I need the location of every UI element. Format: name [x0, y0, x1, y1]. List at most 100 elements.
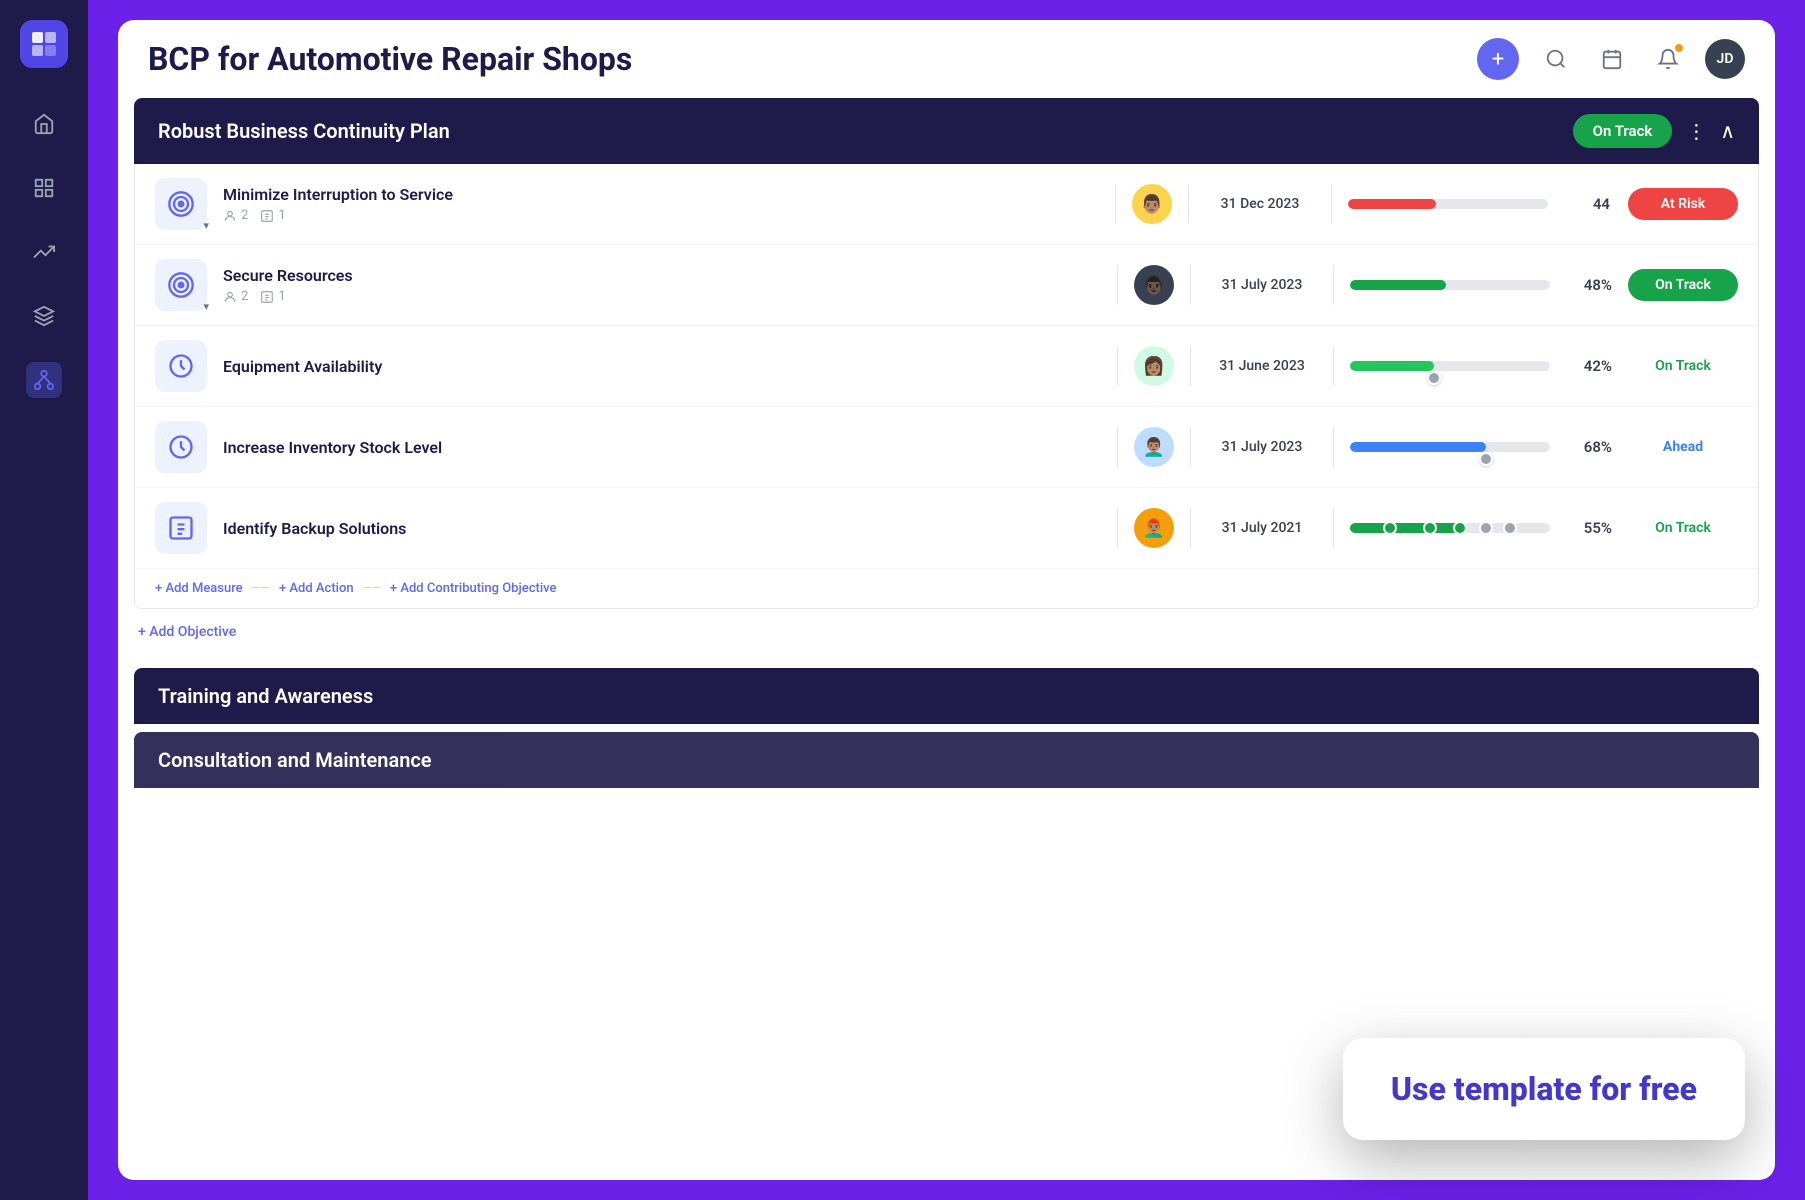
cta-card[interactable]: Use template for free [1343, 1038, 1745, 1140]
obj-icon-2: ▾ [155, 259, 207, 311]
sidebar-icon-trending[interactable] [26, 234, 62, 270]
obj-icon-4 [155, 421, 207, 473]
add-button[interactable]: + [1477, 38, 1519, 80]
obj-pct-4: 68% [1566, 438, 1612, 456]
progress-fill-3 [1350, 361, 1434, 371]
sep-3c [1333, 346, 1334, 386]
progress-slider-3[interactable] [1427, 371, 1441, 385]
obj-date-5: 31 July 2021 [1207, 520, 1317, 536]
multi-dot-fill-5 [1350, 523, 1460, 533]
user-avatar-1: 👨🏽 [1132, 184, 1172, 224]
add-objective-row: + Add Objective [118, 609, 1775, 652]
search-button[interactable] [1537, 40, 1575, 78]
sep-1 [1115, 184, 1116, 224]
calendar-button[interactable] [1593, 40, 1631, 78]
status-pill-3: On Track [1628, 350, 1738, 382]
sep-3b [1190, 346, 1191, 386]
sep-4c [1333, 427, 1334, 467]
table-row: Identify Backup Solutions 👨🏽‍🦰 31 July 2… [135, 488, 1758, 569]
add-contributing-link[interactable]: + Add Contributing Objective [390, 581, 557, 596]
obj-info-5: Identify Backup Solutions [223, 519, 1101, 538]
section1-menu-icon[interactable]: ⋮ [1686, 119, 1706, 143]
progress-track-1 [1348, 199, 1548, 209]
section2-header: Training and Awareness [134, 668, 1759, 724]
status-pill-4: Ahead [1628, 431, 1738, 463]
status-pill-1: At Risk [1628, 188, 1738, 220]
obj-icon-3 [155, 340, 207, 392]
sep-5 [1117, 508, 1118, 548]
add-measure-link[interactable]: + Add Measure [155, 581, 243, 596]
dot-marker-2 [1423, 521, 1437, 535]
sidebar-icon-layers[interactable] [26, 298, 62, 334]
obj-icon-5 [155, 502, 207, 554]
user-avatar-5: 👨🏽‍🦰 [1134, 508, 1174, 548]
sidebar-logo[interactable] [20, 20, 68, 68]
user-avatar-2: 👨🏿 [1134, 265, 1174, 305]
obj-info-2: Secure Resources 2 1 [223, 266, 1101, 304]
notification-dot [1675, 44, 1683, 52]
progress-track-4 [1350, 442, 1550, 452]
section1-collapse-icon[interactable]: ∧ [1720, 119, 1735, 143]
topbar-actions: + [1477, 38, 1745, 80]
table-row: ▾ Secure Resources 2 1 [135, 245, 1758, 326]
obj-name-5: Identify Backup Solutions [223, 519, 1101, 538]
section2-title: Training and Awareness [158, 684, 373, 708]
obj-pct-1: 44 [1564, 195, 1610, 213]
sep-2c [1333, 265, 1334, 305]
objectives-list: ▾ Minimize Interruption to Service 2 1 [134, 164, 1759, 609]
notification-button[interactable] [1649, 40, 1687, 78]
dot-marker-5 [1503, 521, 1517, 535]
progress-2 [1350, 280, 1550, 290]
obj-meta-2: 2 1 [223, 289, 1101, 304]
progress-3 [1350, 361, 1550, 371]
progress-slider-4[interactable] [1479, 452, 1493, 466]
obj-date-1: 31 Dec 2023 [1205, 196, 1315, 212]
sep-4b [1190, 427, 1191, 467]
obj-chevron-2[interactable]: ▾ [203, 300, 209, 313]
obj-date-3: 31 June 2023 [1207, 358, 1317, 374]
obj-name-1: Minimize Interruption to Service [223, 185, 1099, 204]
progress-5 [1350, 523, 1550, 533]
page-title: BCP for Automotive Repair Shops [148, 40, 632, 78]
sidebar-icon-home[interactable] [26, 106, 62, 142]
add-link-sep-1: —— [251, 581, 271, 596]
dot-marker-3 [1453, 521, 1467, 535]
user-avatar[interactable]: JD [1705, 39, 1745, 79]
obj-meta-1: 2 1 [223, 208, 1099, 223]
section3: Consultation and Maintenance [134, 732, 1759, 788]
obj-chevron-1[interactable]: ▾ [203, 219, 209, 232]
obj-info-3: Equipment Availability [223, 357, 1101, 376]
obj-assignees-1: 2 [223, 208, 248, 223]
user-avatar-3: 👩🏽 [1134, 346, 1174, 386]
obj-assignees-2: 2 [223, 289, 248, 304]
sidebar-icon-network[interactable] [26, 362, 62, 398]
obj-info-1: Minimize Interruption to Service 2 1 [223, 185, 1099, 223]
add-link-sep-2: —— [362, 581, 382, 596]
section2: Training and Awareness [134, 668, 1759, 724]
sep-1b [1188, 184, 1189, 224]
status-pill-5: On Track [1628, 512, 1738, 544]
progress-fill-4 [1350, 442, 1486, 452]
add-objective-link[interactable]: + Add Objective [138, 624, 236, 640]
sep-4 [1117, 427, 1118, 467]
obj-icon-1: ▾ [155, 178, 207, 230]
obj-date-4: 31 July 2023 [1207, 439, 1317, 455]
multi-dot-track-5 [1350, 523, 1550, 533]
progress-track-2 [1350, 280, 1550, 290]
progress-4 [1350, 442, 1550, 452]
obj-name-3: Equipment Availability [223, 357, 1101, 376]
section1-actions: On Track ⋮ ∧ [1573, 114, 1735, 148]
progress-1 [1348, 199, 1548, 209]
sep-1c [1331, 184, 1332, 224]
add-action-link[interactable]: + Add Action [279, 581, 354, 596]
table-row: Increase Inventory Stock Level 👨🏽‍🦱 31 J… [135, 407, 1758, 488]
obj-pct-2: 48% [1566, 276, 1612, 294]
dot-marker-1 [1383, 521, 1397, 535]
sep-2 [1117, 265, 1118, 305]
section3-title: Consultation and Maintenance [158, 748, 432, 772]
sep-5c [1333, 508, 1334, 548]
obj-tasks-2: 1 [260, 289, 285, 304]
sidebar-icon-chart[interactable] [26, 170, 62, 206]
section1-header: Robust Business Continuity Plan On Track… [134, 98, 1759, 164]
cta-text: Use template for free [1391, 1070, 1697, 1108]
